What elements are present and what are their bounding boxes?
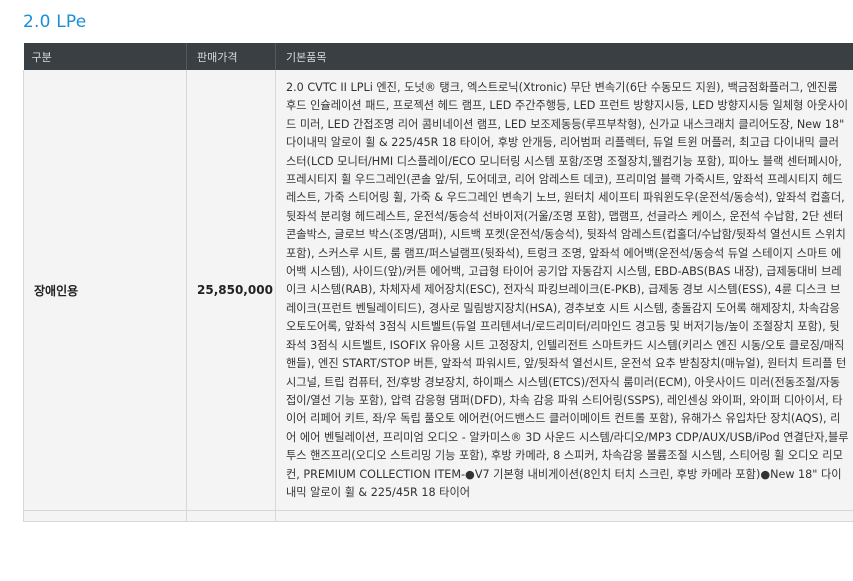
- price-table: 구분 판매가격 기본품목 장애인용 25,850,000 2.0 CVTC II…: [23, 43, 853, 523]
- next-row-cell: [23, 510, 187, 523]
- section-title: 2.0 LPe: [23, 12, 87, 32]
- header-row: 구분 판매가격 기본품목: [23, 43, 853, 70]
- next-row-partial: [23, 510, 853, 523]
- table-body: 장애인용 25,850,000 2.0 CVTC II LPLi 엔진, 도넛®…: [23, 70, 853, 523]
- table-header: 구분 판매가격 기본품목: [23, 43, 853, 70]
- trim-options-cell: 2.0 CVTC II LPLi 엔진, 도넛® 탱크, 엑스트로닉(Xtron…: [275, 70, 853, 512]
- trim-name-cell: 장애인용: [23, 70, 187, 512]
- table-row: 장애인용 25,850,000 2.0 CVTC II LPLi 엔진, 도넛®…: [23, 70, 853, 512]
- next-row-cell: [275, 510, 853, 523]
- header-price: 판매가격: [186, 43, 276, 70]
- next-row-cell: [186, 510, 276, 523]
- header-trim: 구분: [23, 43, 187, 70]
- trim-price-cell: 25,850,000: [186, 70, 276, 512]
- header-options: 기본품목: [275, 43, 853, 70]
